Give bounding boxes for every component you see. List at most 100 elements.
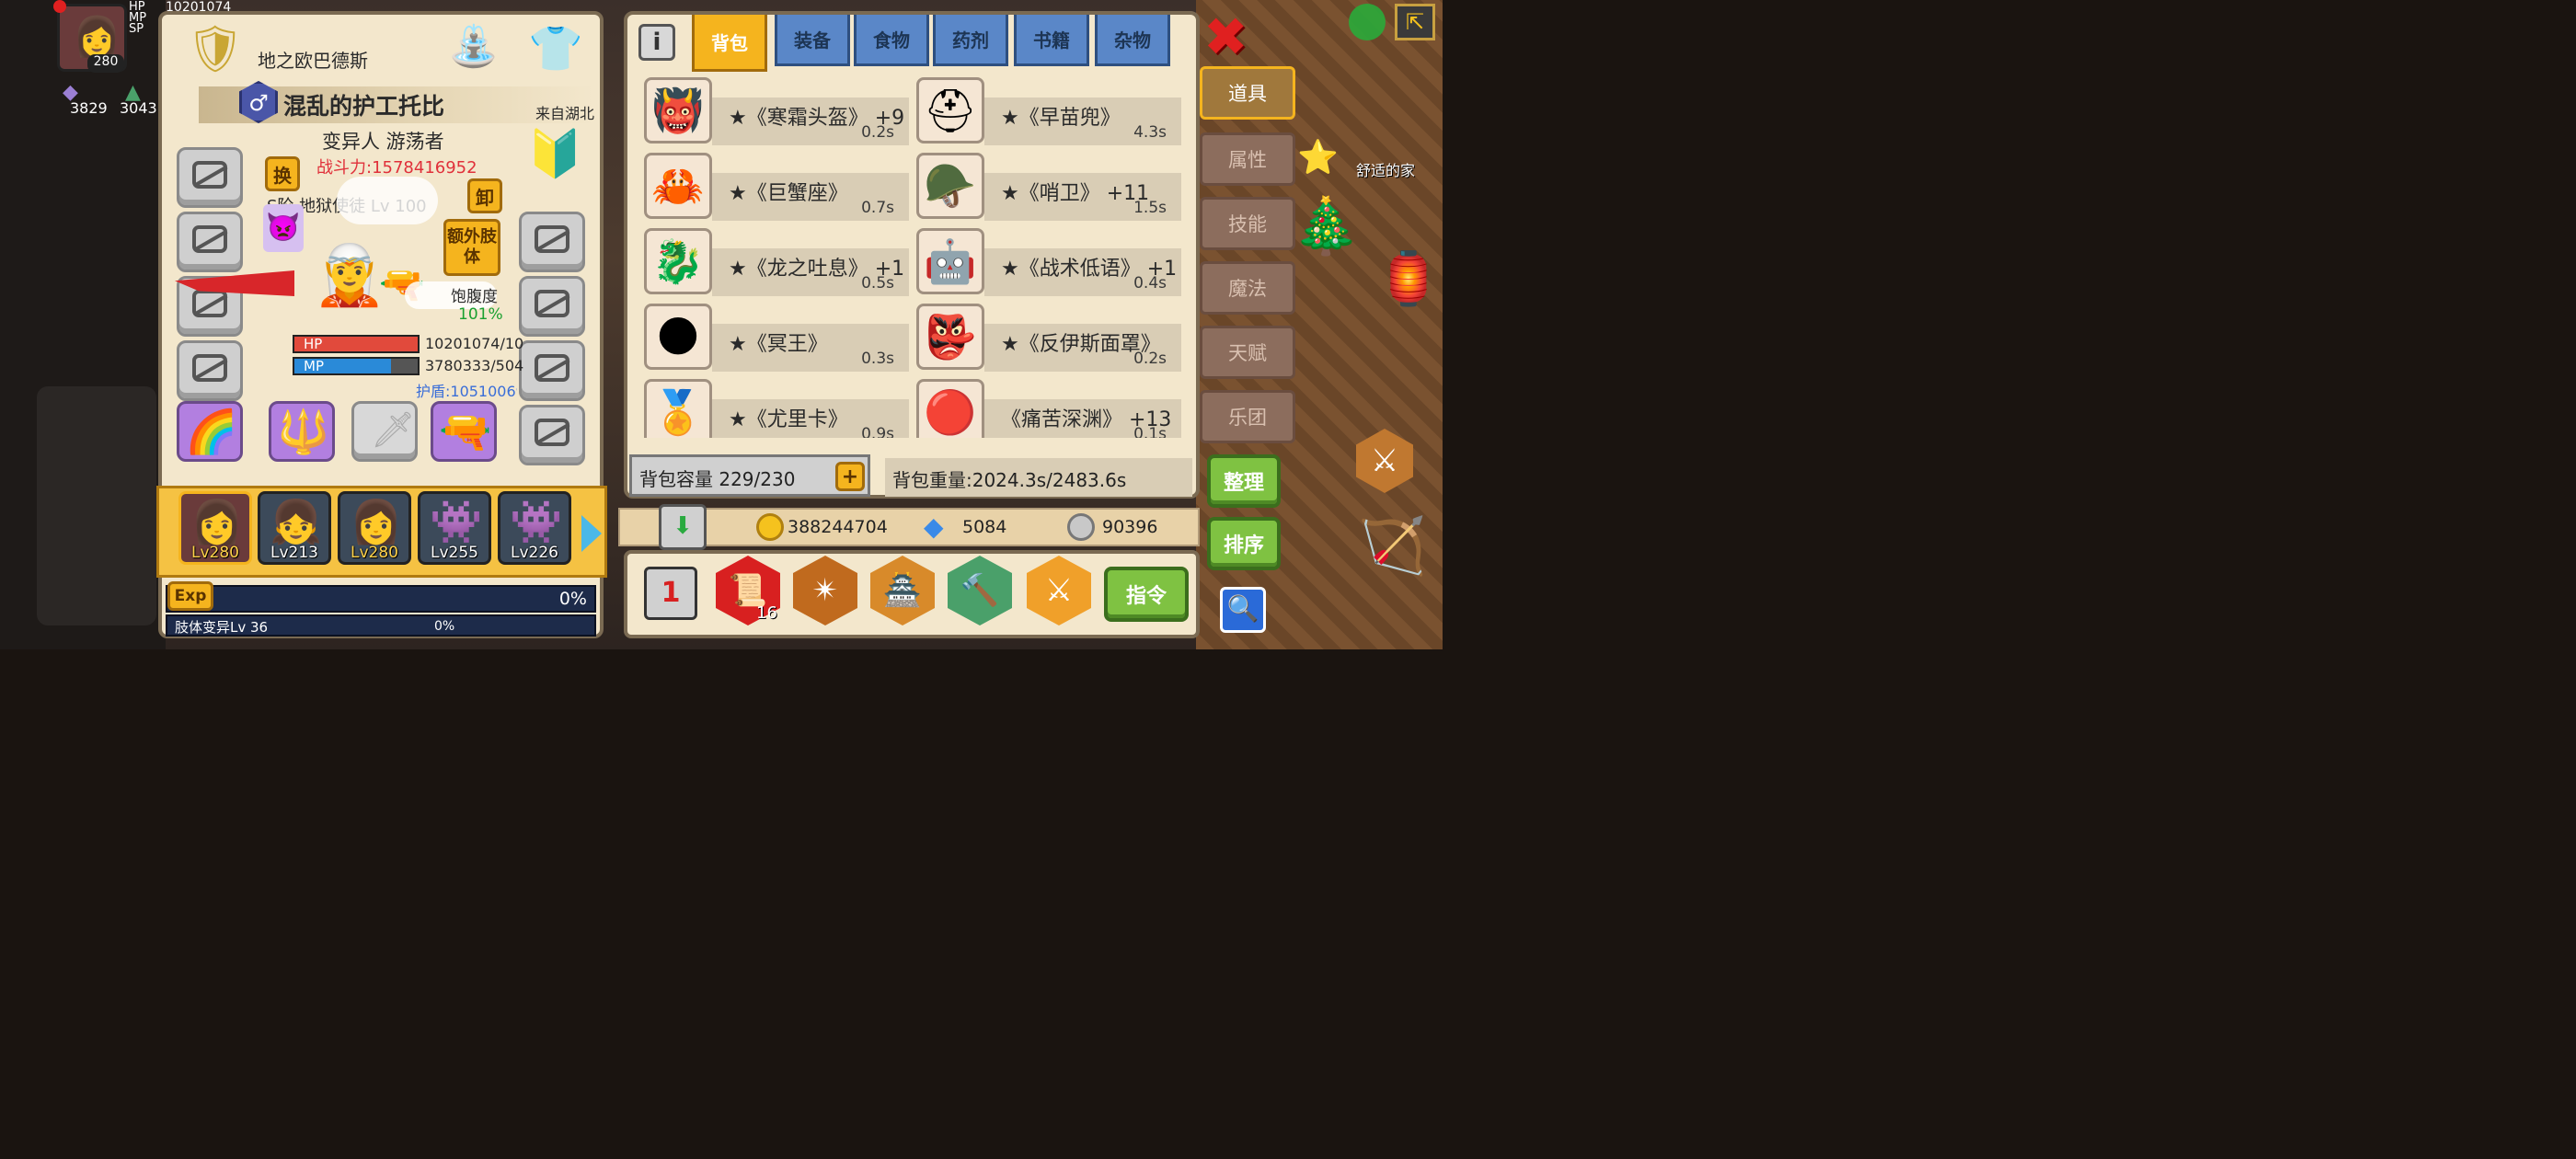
item-name: ★《早苗兜》 bbox=[1001, 107, 1121, 130]
equip-slot-empty[interactable] bbox=[177, 147, 243, 208]
inventory-item[interactable]: ⛑ ★《早苗兜》 4.3s bbox=[916, 77, 1183, 145]
hotbar-switch-icon[interactable]: 1 bbox=[644, 567, 697, 620]
party-level: Lv226 bbox=[511, 544, 558, 562]
search-icon[interactable]: 🔍 bbox=[1220, 587, 1266, 633]
dpad-control[interactable] bbox=[37, 386, 156, 625]
inventory-item[interactable]: 👺 ★《反伊斯面罩》 0.2s bbox=[916, 304, 1183, 372]
hanger-icon[interactable]: 👕 bbox=[515, 22, 596, 81]
item-icon: 👺 bbox=[916, 304, 984, 370]
item-icon: 🐉 bbox=[644, 228, 712, 294]
tab-backpack[interactable]: 背包 bbox=[692, 15, 767, 72]
item-time: 0.2s bbox=[1133, 350, 1167, 368]
hero-icon: 🧝 bbox=[313, 242, 386, 310]
guild-crest-icon[interactable]: 🔰 bbox=[526, 127, 583, 193]
teleport-icon[interactable]: ⛲ bbox=[443, 22, 504, 81]
equip-slot-empty[interactable] bbox=[519, 276, 585, 337]
player-avatar[interactable]: 👩 280 bbox=[57, 4, 127, 73]
item-time: 1.5s bbox=[1133, 199, 1167, 217]
bag-capacity-label: 背包容量 229/230 bbox=[639, 468, 796, 490]
swap-button[interactable]: 换 bbox=[265, 156, 300, 191]
hud-sp-label: SP bbox=[129, 22, 144, 36]
item-icon: 🌑 bbox=[644, 304, 712, 370]
exp-label: Exp bbox=[167, 581, 213, 611]
currency-bar: ⬇ 388244704 ◆ 5084 90396 bbox=[618, 504, 1200, 550]
equip-slot-empty[interactable] bbox=[519, 405, 585, 465]
tab-books[interactable]: 书籍 bbox=[1014, 15, 1089, 66]
party-level: Lv213 bbox=[270, 544, 318, 562]
inventory-item[interactable]: 👹 ★《寒霜头盔》 +9 0.2s bbox=[644, 77, 911, 145]
side-tab-band[interactable]: 乐团 bbox=[1200, 390, 1295, 443]
item-name-bar: ★《反伊斯面罩》 0.2s bbox=[984, 324, 1181, 372]
bag-weight-label: 背包重量:2024.3s/2483.6s bbox=[892, 469, 1127, 491]
christmas-tree-icon: 🎄 bbox=[1292, 194, 1361, 258]
tab-food[interactable]: 食物 bbox=[854, 15, 929, 66]
hotbar-count: 16 bbox=[756, 603, 777, 623]
gun-icon: 🔫 bbox=[439, 407, 492, 456]
gold-coin-icon bbox=[756, 513, 784, 541]
inventory-item[interactable]: 🤖 ★《战术低语》 +1 0.4s bbox=[916, 228, 1183, 296]
inventory-item[interactable]: 🏅 ★《尤里卡》 0.9s bbox=[644, 379, 911, 438]
bag-weight: 背包重量:2024.3s/2483.6s bbox=[885, 458, 1192, 497]
inventory-item[interactable]: 🪖 ★《哨卫》 +11 1.5s bbox=[916, 153, 1183, 221]
equip-slot-empty[interactable] bbox=[519, 340, 585, 401]
avatar-face-icon: 👩 bbox=[73, 14, 121, 59]
item-name: ★《哨卫》 +11 bbox=[1001, 182, 1150, 205]
side-tab-items[interactable]: 道具 bbox=[1200, 66, 1295, 120]
inventory-item[interactable]: 🌑 ★《冥王》 0.3s bbox=[644, 304, 911, 372]
globe-icon[interactable] bbox=[1349, 4, 1386, 40]
equip-slot-gun[interactable]: 🔫 bbox=[431, 401, 497, 462]
player-level: 280 bbox=[87, 54, 124, 73]
bow-icon[interactable]: 🏹 bbox=[1358, 513, 1427, 579]
item-name-bar: 《痛苦深渊》 +13 0.1s bbox=[984, 399, 1181, 438]
equip-slot-rainbow[interactable]: 🌈 bbox=[177, 401, 243, 462]
character-sprite: 🧝 🔫 bbox=[175, 235, 497, 337]
satiety-value: 101% bbox=[458, 305, 503, 324]
hud-stat-a: 3829 bbox=[70, 99, 108, 117]
wing-icon bbox=[175, 270, 294, 296]
info-icon[interactable]: i bbox=[638, 24, 675, 61]
tab-misc[interactable]: 杂物 bbox=[1095, 15, 1170, 66]
inventory-item[interactable]: 🦀 ★《巨蟹座》 0.7s bbox=[644, 153, 911, 221]
item-time: 0.5s bbox=[861, 274, 894, 293]
inventory-item[interactable]: 🐉 ★《龙之吐息》 +1 0.5s bbox=[644, 228, 911, 296]
hp-bar: HP bbox=[293, 335, 420, 353]
exit-icon[interactable]: ⇱ bbox=[1395, 4, 1435, 40]
party-level: Lv280 bbox=[191, 544, 239, 562]
inventory-item[interactable]: 🔴 《痛苦深渊》 +13 0.1s bbox=[916, 379, 1183, 438]
party-next-arrow-icon[interactable] bbox=[581, 515, 602, 552]
item-name-bar: ★《哨卫》 +11 1.5s bbox=[984, 173, 1181, 221]
equip-slot-empty[interactable] bbox=[177, 340, 243, 401]
party-member[interactable]: 👾 Lv255 bbox=[418, 491, 491, 565]
close-icon[interactable]: ✖ bbox=[1203, 10, 1248, 63]
unequip-button[interactable]: 卸 bbox=[467, 178, 502, 213]
equip-slot-sword[interactable]: 🔱 bbox=[269, 401, 335, 462]
party-member[interactable]: 👧 Lv213 bbox=[258, 491, 331, 565]
spear-icon: 🔱 bbox=[277, 407, 330, 456]
deposit-icon[interactable]: ⬇ bbox=[659, 504, 707, 550]
combat-power: 战斗力:1578416952 bbox=[316, 158, 477, 178]
extra-limb-button[interactable]: 额外肢体 bbox=[443, 219, 500, 276]
item-time: 0.7s bbox=[861, 199, 894, 217]
equip-slot-empty[interactable] bbox=[519, 212, 585, 272]
tab-equipment[interactable]: 装备 bbox=[775, 15, 850, 66]
tab-potion[interactable]: 药剂 bbox=[933, 15, 1008, 66]
party-member[interactable]: 👾 Lv226 bbox=[498, 491, 571, 565]
expand-capacity-button[interactable]: + bbox=[835, 462, 865, 491]
satiety-label: 饱腹度 bbox=[451, 288, 498, 306]
party-member[interactable]: 👩 Lv280 bbox=[178, 491, 252, 565]
side-tab-talent[interactable]: 天赋 bbox=[1200, 326, 1295, 379]
sort-button[interactable]: 排序 bbox=[1207, 517, 1281, 570]
side-tab-magic[interactable]: 魔法 bbox=[1200, 261, 1295, 315]
item-time: 0.4s bbox=[1133, 274, 1167, 293]
mutation-percent: 0% bbox=[434, 619, 455, 634]
command-button[interactable]: 指令 bbox=[1104, 567, 1189, 622]
equip-slot-weapon-empty[interactable]: 🗡 bbox=[351, 401, 418, 462]
item-time: 0.3s bbox=[861, 350, 894, 368]
side-tab-attributes[interactable]: 属性 bbox=[1200, 132, 1295, 186]
side-tab-skills[interactable]: 技能 bbox=[1200, 197, 1295, 250]
dagger-icon: 🗡 bbox=[371, 409, 416, 450]
hud-stat-b: 3043 bbox=[120, 99, 157, 117]
tidy-button[interactable]: 整理 bbox=[1207, 454, 1281, 508]
party-member[interactable]: 👩 Lv280 bbox=[338, 491, 411, 565]
gold-amount: 388244704 bbox=[788, 517, 888, 537]
